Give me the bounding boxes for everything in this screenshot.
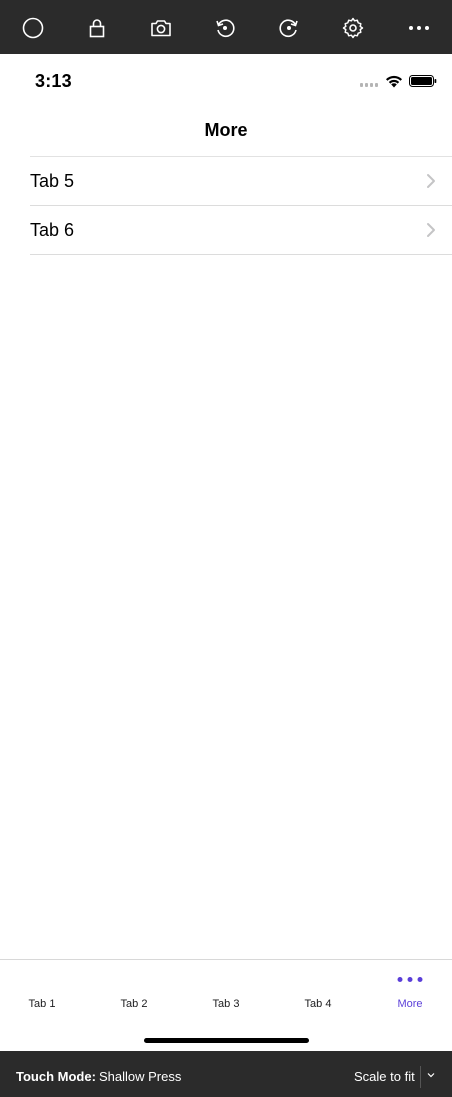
tab-bar: Tab 1 Tab 2 Tab 3 Tab 4 More [0, 959, 452, 1051]
wifi-icon [386, 75, 402, 88]
rotate-right-button[interactable] [269, 8, 309, 48]
tab-label: More [397, 998, 423, 1010]
screenshot-button[interactable] [141, 8, 181, 48]
home-button[interactable] [13, 8, 53, 48]
chevron-right-icon [427, 174, 435, 188]
home-circle-icon [22, 17, 44, 39]
more-horizontal-icon [409, 26, 429, 30]
tab-1[interactable]: Tab 1 [0, 960, 87, 1020]
tab-2[interactable]: Tab 2 [89, 960, 179, 1020]
tab-4[interactable]: Tab 4 [273, 960, 363, 1020]
rotate-left-icon [216, 19, 235, 38]
touch-mode-label: Touch Mode: [16, 1069, 96, 1084]
chevron-right-icon [427, 223, 435, 237]
status-time: 3:13 [35, 71, 72, 91]
rotate-left-button[interactable] [205, 8, 245, 48]
touch-mode-selector[interactable]: Shallow Press [99, 1069, 181, 1084]
page-title: More [204, 120, 248, 140]
simulator-bottom-bar: Touch Mode: Shallow Press Scale to fit [0, 1051, 452, 1097]
tab-3[interactable]: Tab 3 [181, 960, 271, 1020]
gear-icon [342, 17, 364, 39]
list-item-label: Tab 5 [30, 171, 75, 191]
lock-icon [89, 19, 105, 38]
chevron-down-icon[interactable] [427, 1071, 435, 1079]
settings-button[interactable] [333, 8, 373, 48]
more-list: Tab 5 Tab 6 [30, 156, 452, 255]
list-item-tab-5[interactable]: Tab 5 [30, 157, 452, 206]
tab-label: Tab 2 [120, 998, 148, 1010]
more-dots-icon [397, 977, 423, 982]
simulator-toolbar [0, 0, 452, 54]
list-item-tab-6[interactable]: Tab 6 [30, 206, 452, 255]
tab-label: Tab 3 [212, 998, 240, 1010]
scale-selector[interactable]: Scale to fit [354, 1069, 415, 1084]
phone-screen: 3:13 More Tab 5 Tab 6 Tab 1 Tab 2 Tab 3 … [0, 54, 452, 1051]
rotate-right-icon [279, 19, 298, 38]
lock-button[interactable] [77, 8, 117, 48]
divider [420, 1066, 421, 1088]
home-indicator[interactable] [144, 1038, 309, 1043]
cellular-signal-icon [360, 83, 378, 87]
camera-icon [151, 20, 171, 37]
battery-icon [409, 75, 437, 87]
list-item-label: Tab 6 [30, 220, 75, 240]
tab-more[interactable]: More [365, 960, 452, 1020]
tab-label: Tab 1 [28, 998, 56, 1010]
status-bar: 3:13 [0, 54, 452, 108]
tab-label: Tab 4 [304, 998, 332, 1010]
more-options-button[interactable] [399, 8, 439, 48]
